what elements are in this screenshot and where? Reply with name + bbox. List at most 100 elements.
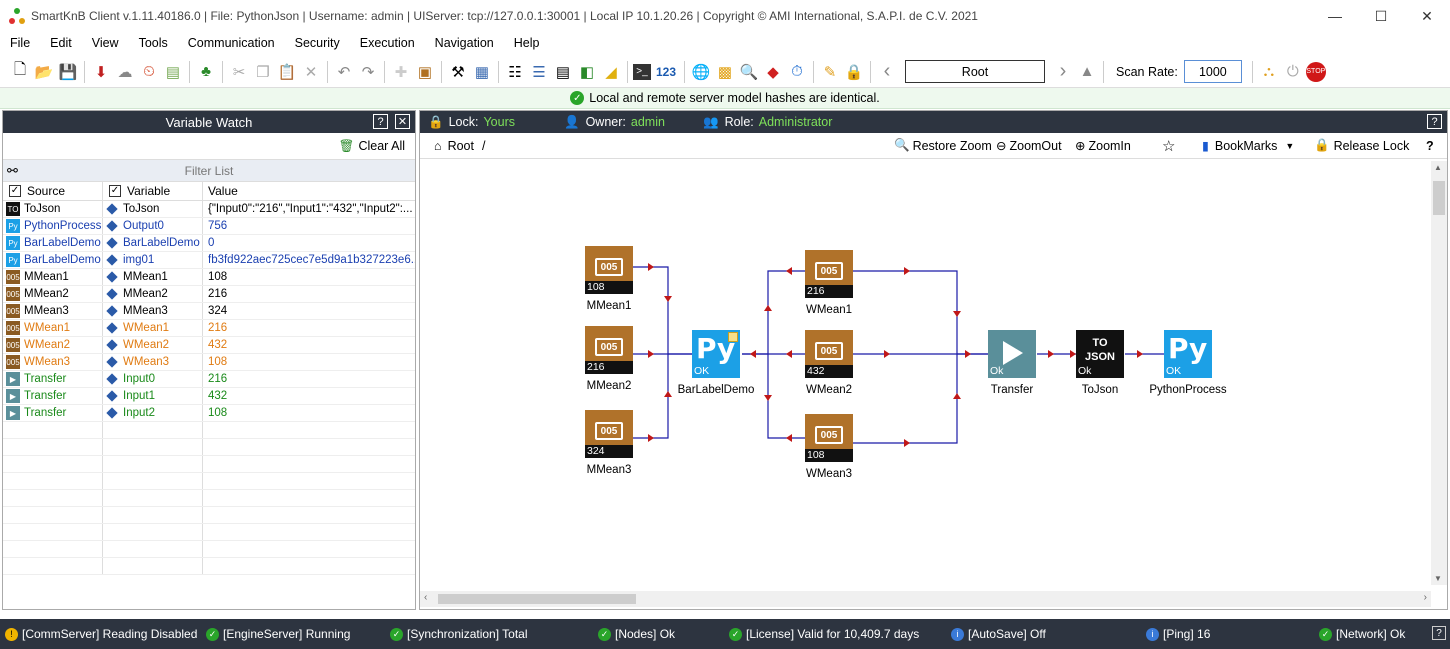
variable-checkbox[interactable]: ✓ — [109, 185, 121, 197]
redo-icon[interactable]: ↷ — [357, 61, 379, 83]
restore-zoom-button[interactable]: 🔍 Restore Zoom — [894, 138, 992, 153]
table-row[interactable]: TO ToJson ToJson {"Input0":"216","Input1":"… — [3, 201, 415, 218]
mmean2-block[interactable]: 005 216 — [585, 326, 633, 374]
table-row[interactable]: 005 WMean1 WMean1 216 — [3, 320, 415, 337]
forward-arrow-icon[interactable]: › — [1052, 60, 1074, 83]
clear-all-button[interactable]: 🗑 Clear All — [3, 133, 415, 159]
up-arrow-icon[interactable]: ▲ — [1076, 61, 1098, 83]
table-row[interactable]: 005 MMean1 MMean1 108 — [3, 269, 415, 286]
horizontal-scrollbar[interactable]: ‹ › — [420, 591, 1431, 607]
close-button[interactable]: ✕ — [1404, 0, 1450, 32]
list-icon[interactable]: ☰ — [528, 61, 550, 83]
table-row[interactable]: 005 WMean3 WMean3 108 — [3, 354, 415, 371]
scroll-right-icon[interactable]: › — [1424, 592, 1427, 603]
variable-column-header[interactable]: ✓ Variable — [103, 182, 203, 200]
vertical-scroll-thumb[interactable] — [1433, 181, 1445, 215]
table-row[interactable]: 005 MMean2 MMean2 216 — [3, 286, 415, 303]
menu-help[interactable]: Help — [504, 36, 550, 50]
mmean1-block[interactable]: 005 108 — [585, 246, 633, 294]
breadcrumb-root[interactable]: Root — [448, 139, 474, 153]
table-row[interactable]: 005 WMean2 WMean2 432 — [3, 337, 415, 354]
table-row[interactable]: ▶ Transfer Input1 432 — [3, 388, 415, 405]
wmean3-block[interactable]: 005 108 — [805, 414, 853, 462]
delete-icon[interactable]: ✕ — [300, 61, 322, 83]
log-icon[interactable]: ▤ — [162, 61, 184, 83]
lock-icon[interactable]: 🔒 — [843, 61, 865, 83]
menu-edit[interactable]: Edit — [40, 36, 82, 50]
add-icon[interactable]: ✚ — [390, 61, 412, 83]
copy-icon[interactable]: ❐ — [252, 61, 274, 83]
horizontal-scroll-thumb[interactable] — [438, 594, 636, 604]
vertical-scrollbar[interactable]: ▲ ▼ — [1431, 161, 1447, 585]
box-icon[interactable]: ◧ — [576, 61, 598, 83]
scan-rate-input[interactable]: 1000 — [1183, 60, 1242, 83]
globe-icon[interactable]: 🌐 — [690, 61, 712, 83]
toolbar-help-icon[interactable]: ? — [1426, 139, 1434, 153]
home-icon[interactable]: ⌂ — [434, 139, 442, 153]
document-icon[interactable]: ▤ — [552, 61, 574, 83]
source-column-header[interactable]: ✓ Source — [3, 182, 103, 200]
mmean3-block[interactable]: 005 324 — [585, 410, 633, 458]
tree-icon[interactable]: ♣ — [195, 61, 217, 83]
color-shapes-icon[interactable]: ◆ — [762, 61, 784, 83]
star-icon[interactable]: ☆ — [1162, 137, 1175, 155]
download-icon[interactable]: ⬇ — [90, 61, 112, 83]
search-icon[interactable]: 🔍 — [738, 61, 760, 83]
bookmarks-button[interactable]: ▮ BookMarks ▼ — [1202, 138, 1294, 154]
table-row[interactable]: Py BarLabelDemo img01 fb3fd922aec725cec7e5d… — [3, 252, 415, 269]
table-row[interactable]: Py PythonProcess Output0 756 — [3, 218, 415, 235]
value-column-header[interactable]: Value — [203, 182, 415, 200]
wmean2-block[interactable]: 005 432 — [805, 330, 853, 378]
minimize-button[interactable]: — — [1312, 0, 1358, 32]
bell-icon[interactable]: ⛬ — [1258, 61, 1280, 83]
release-lock-button[interactable]: 🔒 Release Lock — [1314, 138, 1409, 153]
history-icon[interactable]: ⏲ — [138, 61, 160, 83]
package-icon[interactable]: ▣ — [414, 61, 436, 83]
grid-icon[interactable]: ▦ — [471, 61, 493, 83]
stop-icon[interactable]: STOP — [1305, 61, 1326, 82]
menu-file[interactable]: File — [0, 36, 40, 50]
menu-execution[interactable]: Execution — [350, 36, 425, 50]
scroll-left-icon[interactable]: ‹ — [424, 592, 427, 603]
menu-tools[interactable]: Tools — [129, 36, 178, 50]
power-icon[interactable]: ⏻ — [1282, 61, 1304, 83]
filter-list[interactable]: ⚯ Filter List — [3, 159, 415, 181]
paste-icon[interactable]: 📋 — [276, 61, 298, 83]
pythonprocess-block[interactable]: Py OK — [1164, 330, 1212, 378]
blocks-icon[interactable]: ▩ — [714, 61, 736, 83]
menu-communication[interactable]: Communication — [178, 36, 285, 50]
table-row[interactable]: 005 MMean3 MMean3 324 — [3, 303, 415, 320]
new-file-icon[interactable]: 🗋 — [9, 61, 31, 83]
root-path-field[interactable]: Root — [905, 60, 1045, 83]
open-folder-icon[interactable]: 📂 — [33, 61, 55, 83]
numeric-icon[interactable]: 123 — [653, 61, 679, 83]
menu-navigation[interactable]: Navigation — [425, 36, 504, 50]
edit-note-icon[interactable]: ✎ — [819, 61, 841, 83]
table-row[interactable]: ▶ Transfer Input0 216 — [3, 371, 415, 388]
transfer-block[interactable]: Ok — [988, 330, 1036, 378]
tools-icon[interactable]: ⚒ — [447, 61, 469, 83]
close-panel-icon[interactable]: ✕ — [395, 114, 410, 129]
menu-security[interactable]: Security — [285, 36, 350, 50]
terminal-icon[interactable]: >_ — [633, 63, 651, 80]
diagram-canvas[interactable]: 005 108 MMean1 005 216 MMean2 005 324 MM… — [420, 161, 1431, 585]
source-checkbox[interactable]: ✓ — [9, 185, 21, 197]
hierarchy-icon[interactable]: ☷ — [504, 61, 526, 83]
cut-icon[interactable]: ✂ — [228, 61, 250, 83]
undo-icon[interactable]: ↶ — [333, 61, 355, 83]
zoom-in-button[interactable]: ⊕ ZoomIn — [1075, 138, 1131, 154]
barlabeldemo-block[interactable]: Py OK — [692, 330, 740, 378]
clock-icon[interactable]: ⏱ — [786, 61, 808, 83]
zoom-out-button[interactable]: ⊖ ZoomOut — [996, 138, 1062, 154]
wmean1-block[interactable]: 005 216 — [805, 250, 853, 298]
save-icon[interactable]: 💾 — [57, 61, 79, 83]
back-arrow-icon[interactable]: ‹ — [876, 60, 898, 83]
table-row[interactable]: Py BarLabelDemo BarLabelDemo 0 — [3, 235, 415, 252]
scroll-down-icon[interactable]: ▼ — [1434, 574, 1442, 583]
scroll-up-icon[interactable]: ▲ — [1434, 163, 1442, 172]
help-icon[interactable]: ? — [373, 114, 388, 129]
menu-view[interactable]: View — [82, 36, 129, 50]
diagram-help-icon[interactable]: ? — [1427, 114, 1442, 129]
table-row[interactable]: ▶ Transfer Input2 108 — [3, 405, 415, 422]
status-help-icon[interactable]: ? — [1432, 626, 1446, 640]
